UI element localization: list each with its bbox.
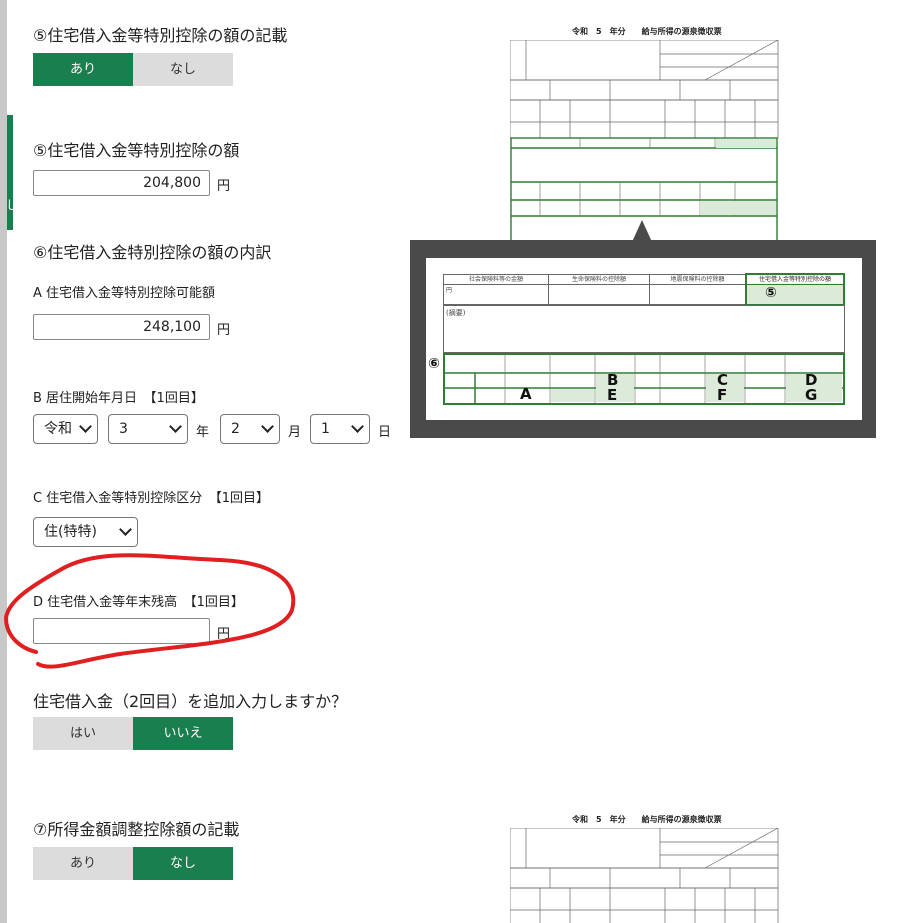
chevron-down-icon xyxy=(261,420,274,433)
zoom-breakdown-grid: A B C D E F G xyxy=(443,353,845,405)
c-kubun-value: 住(特特) xyxy=(44,524,97,540)
letter-e: E xyxy=(607,386,618,404)
breakdown-lines xyxy=(445,355,843,403)
letter-g: G xyxy=(805,386,818,404)
slip-form-grid xyxy=(510,40,779,246)
slip-form-grid-2 xyxy=(510,828,779,923)
month-select[interactable]: 2 xyxy=(220,414,280,444)
day-unit: 日 xyxy=(378,425,392,440)
letter-f: F xyxy=(717,386,728,404)
zoom-col-life: 生命保険料の控除額 xyxy=(548,274,650,305)
slip-title-2: 令和 5 年分 給与所得の源泉徴収票 xyxy=(572,815,722,824)
zoom-col-quake: 地震保険料の控除額 xyxy=(649,274,746,305)
zoom-col-quake-label: 地震保険料の控除額 xyxy=(650,275,745,285)
year-select[interactable]: 3 xyxy=(108,414,188,444)
slip-title: 令和 5 年分 給与所得の源泉徴収票 xyxy=(572,27,722,36)
month-value: 2 xyxy=(231,421,240,437)
tekiyo-label: (摘要) xyxy=(446,309,466,317)
era-value: 令和 xyxy=(44,421,72,437)
second-loan-toggle: はい いいえ xyxy=(33,717,233,750)
section-7-yes-button[interactable]: あり xyxy=(33,847,133,880)
zoom-col-social: 社会保険料等の金額 円 xyxy=(443,274,549,305)
zoom-col-housing: 住宅借入金等特別控除の額 ⑤ xyxy=(745,273,845,306)
section-5-amount-input[interactable]: 204,800 xyxy=(33,170,210,196)
zoom-tekiyo: (摘要) xyxy=(443,305,845,353)
section-5-no-button[interactable]: なし xyxy=(133,53,233,86)
second-loan-title: 住宅借入金（2回目）を追加入力しますか？ xyxy=(33,692,348,711)
a-label: A 住宅借入金等特別控除可能額 xyxy=(33,286,216,301)
marker-6: ⑥ xyxy=(428,356,440,372)
chevron-down-icon xyxy=(79,420,92,433)
chevron-down-icon xyxy=(351,420,364,433)
day-value: 1 xyxy=(321,421,330,437)
section-5-yes-button[interactable]: あり xyxy=(33,53,133,86)
section-5-amount-title: ⑤住宅借入金等特別控除の額 xyxy=(33,141,240,160)
withholding-slip-thumbnail: 令和 5 年分 給与所得の源泉徴収票 xyxy=(510,26,780,246)
day-select[interactable]: 1 xyxy=(310,414,370,444)
letter-a: A xyxy=(520,385,532,403)
second-loan-yes-button[interactable]: はい xyxy=(33,717,133,750)
withholding-slip-thumbnail-2: 令和 5 年分 給与所得の源泉徴収票 xyxy=(510,814,780,923)
zoom-pointer xyxy=(632,220,652,242)
section-7-toggle: あり なし xyxy=(33,847,233,880)
marker-5: ⑤ xyxy=(765,285,777,301)
year-value: 3 xyxy=(119,421,128,437)
month-unit: 月 xyxy=(288,425,302,440)
second-loan-no-button[interactable]: いいえ xyxy=(133,717,233,750)
section-5-flag-title: ⑤住宅借入金等特別控除の額の記載 xyxy=(33,26,288,45)
chevron-down-icon xyxy=(169,420,182,433)
left-edge-rule xyxy=(0,0,7,923)
zoom-col-social-label: 社会保険料等の金額 xyxy=(444,275,548,285)
yen-mark: 円 xyxy=(446,287,453,294)
zoom-col-life-label: 生命保険料の控除額 xyxy=(549,275,649,285)
c-label: C 住宅借入金等特別控除区分 【1回目】 xyxy=(33,491,269,506)
section-5-flag-toggle: あり なし xyxy=(33,53,233,86)
section-6-title: ⑥住宅借入金特別控除の額の内訳 xyxy=(33,243,272,262)
section-5-amount-unit: 円 xyxy=(217,179,231,194)
zoom-inset: 社会保険料等の金額 円 生命保険料の控除額 地震保険料の控除額 住宅借入金等特別… xyxy=(426,258,862,420)
sidebar-tab-char: し xyxy=(6,198,19,212)
year-unit: 年 xyxy=(196,425,210,440)
section-7-no-button[interactable]: なし xyxy=(133,847,233,880)
era-select[interactable]: 令和 xyxy=(33,414,98,444)
a-amount-input[interactable]: 248,100 xyxy=(33,314,210,340)
red-circle-annotation xyxy=(3,553,296,669)
chevron-down-icon xyxy=(119,523,132,536)
zoom-col-housing-label: 住宅借入金等特別控除の額 xyxy=(747,275,843,285)
b-label: B 居住開始年月日 【1回目】 xyxy=(33,391,204,406)
a-amount-unit: 円 xyxy=(217,323,231,338)
section-7-title: ⑦所得金額調整控除額の記載 xyxy=(33,820,240,839)
